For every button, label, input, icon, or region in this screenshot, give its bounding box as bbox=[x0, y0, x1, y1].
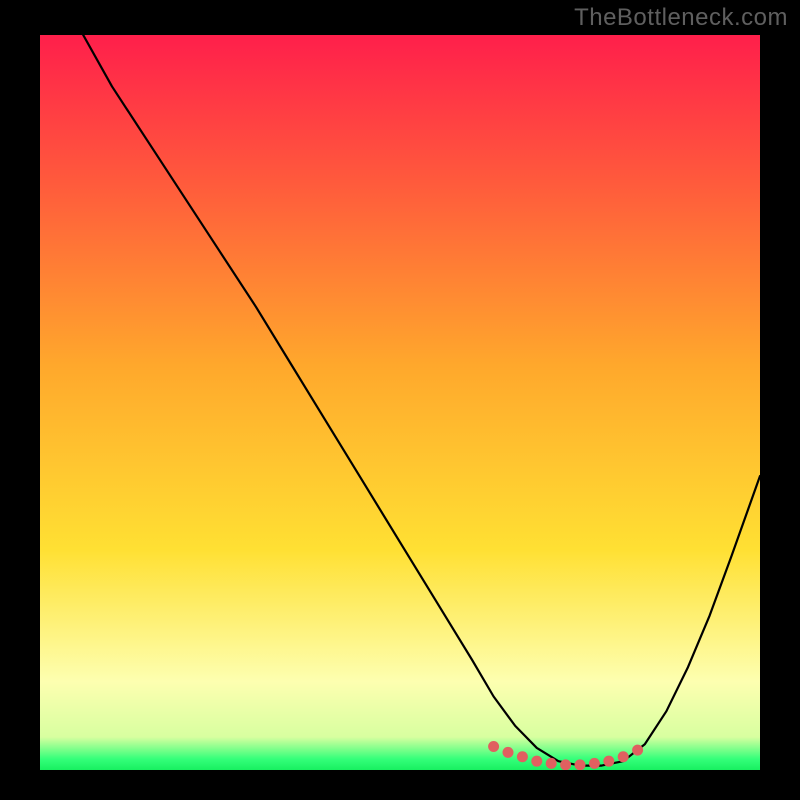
chart-frame: TheBottleneck.com bbox=[0, 0, 800, 800]
optimal-marker bbox=[488, 741, 499, 752]
optimal-marker bbox=[531, 756, 542, 767]
bottleneck-chart bbox=[40, 35, 760, 770]
optimal-marker bbox=[560, 759, 571, 770]
optimal-marker bbox=[603, 756, 614, 767]
optimal-marker bbox=[589, 758, 600, 769]
optimal-marker bbox=[618, 751, 629, 762]
watermark-text: TheBottleneck.com bbox=[574, 4, 788, 32]
optimal-marker bbox=[546, 758, 557, 769]
gradient-background bbox=[40, 35, 760, 770]
optimal-marker bbox=[632, 745, 643, 756]
optimal-marker bbox=[517, 751, 528, 762]
optimal-marker bbox=[575, 759, 586, 770]
plot-area bbox=[40, 35, 760, 770]
optimal-marker bbox=[503, 747, 514, 758]
